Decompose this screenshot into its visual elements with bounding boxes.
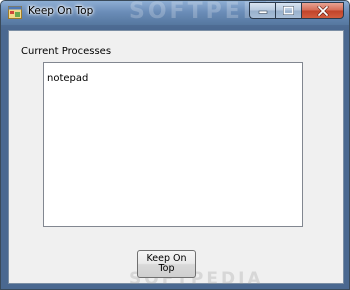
close-icon — [317, 5, 328, 16]
minimize-button[interactable] — [249, 2, 275, 19]
app-window: Keep On Top SOFTPEDIA Current Processes … — [0, 0, 350, 290]
minimize-icon — [258, 10, 267, 14]
current-processes-label: Current Processes — [21, 46, 112, 57]
process-listbox[interactable]: notepad — [43, 62, 303, 227]
maximize-icon — [283, 6, 294, 15]
close-button[interactable] — [301, 2, 344, 19]
window-title: Keep On Top — [28, 5, 94, 17]
client-area: Current Processes notepad SOFTPEDIA Keep… — [8, 30, 344, 289]
title-bar[interactable]: Keep On Top SOFTPEDIA — [1, 1, 349, 25]
caption-buttons — [249, 2, 344, 19]
maximize-button[interactable] — [275, 2, 301, 19]
window-app-icon[interactable] — [8, 6, 22, 19]
process-item-notepad[interactable]: notepad — [47, 73, 88, 84]
keep-on-top-button[interactable]: Keep On Top — [137, 250, 196, 278]
